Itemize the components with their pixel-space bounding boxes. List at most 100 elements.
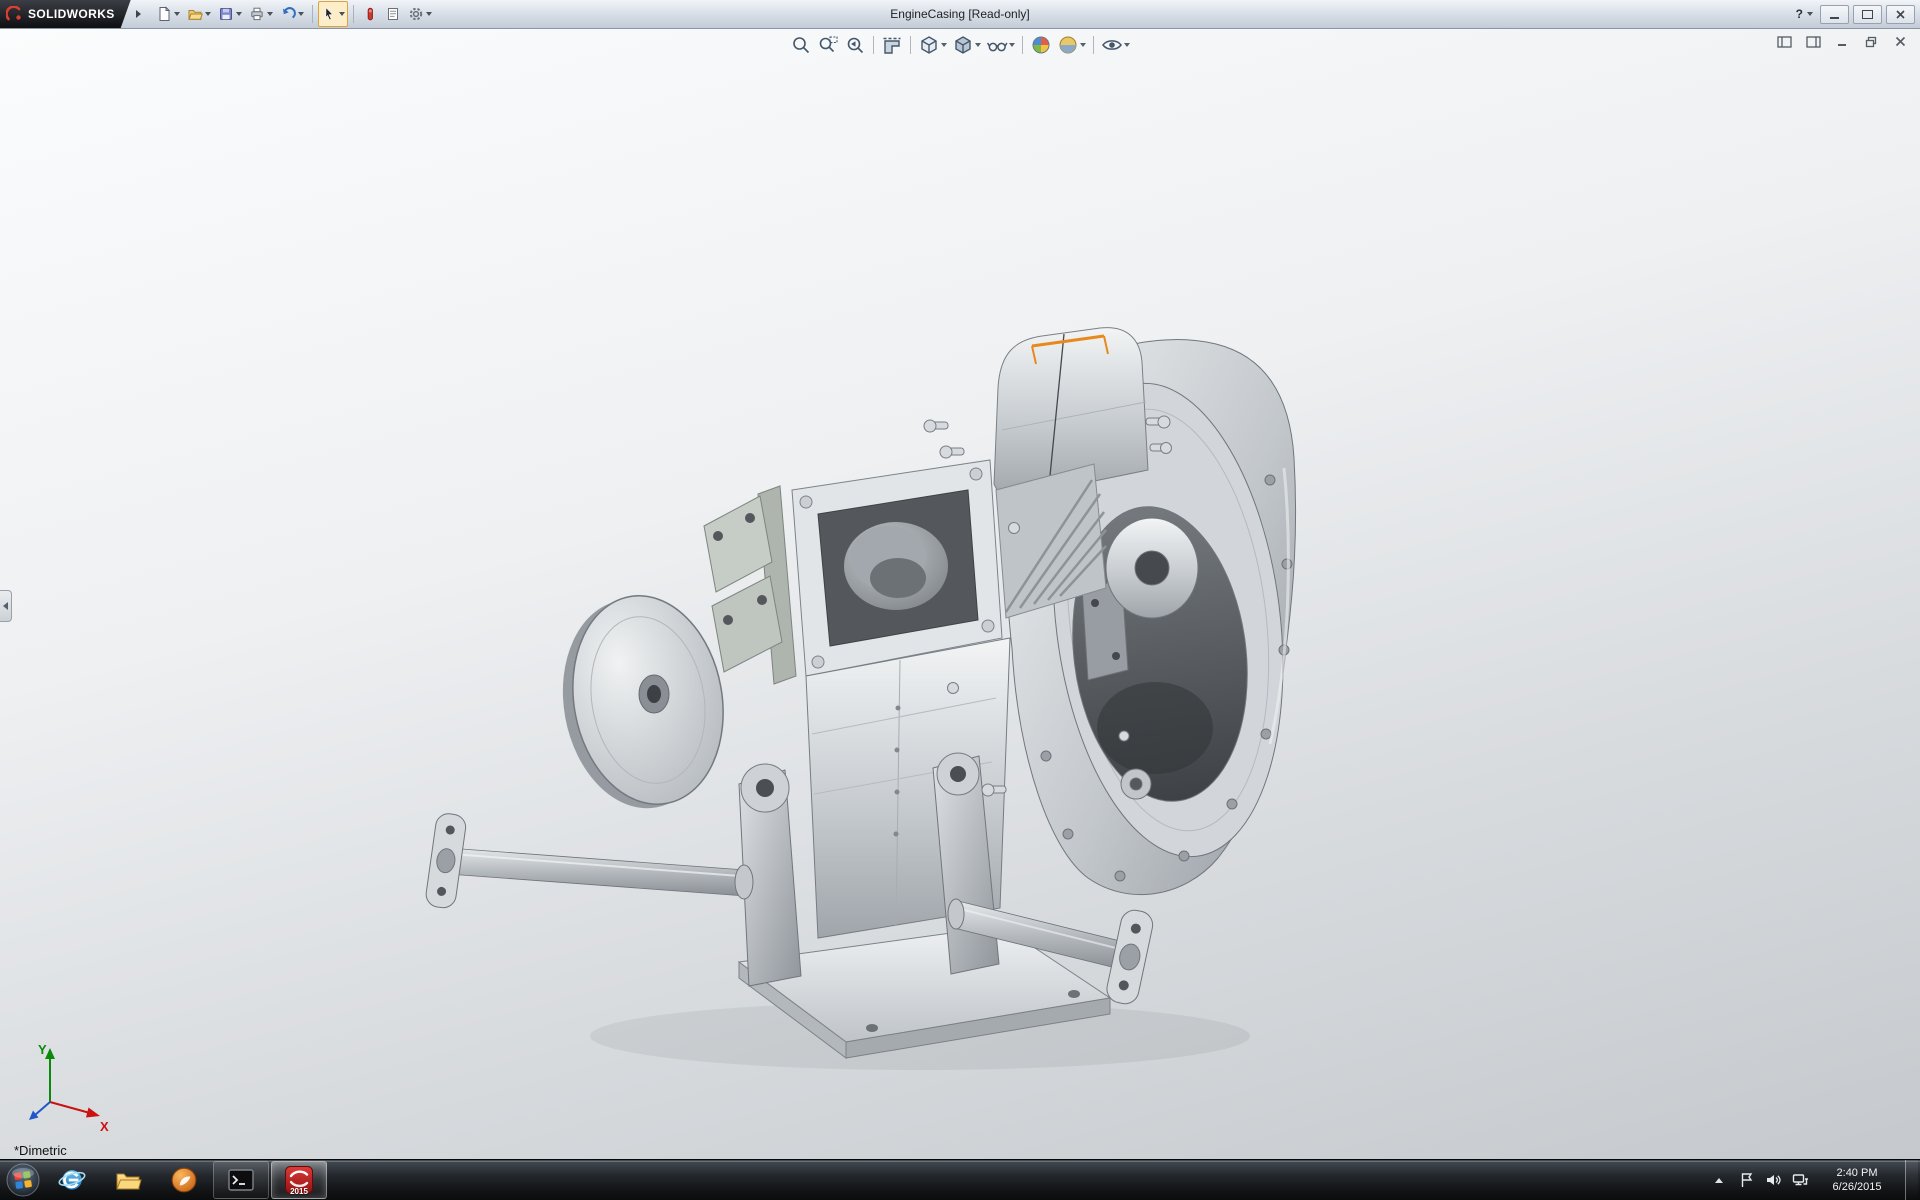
undo-button[interactable] [277,1,307,27]
section-view-button[interactable] [880,33,904,57]
chevron-down-icon[interactable] [174,12,180,16]
chevron-down-icon[interactable] [941,43,947,47]
menu-expand-button[interactable] [133,3,145,25]
close-button[interactable] [1886,5,1915,24]
chevron-down-icon[interactable] [1080,43,1086,47]
taskbar-solidworks-button[interactable]: 2015 [271,1161,327,1199]
toolbar-separator [312,5,313,23]
help-button[interactable]: ? [1793,7,1816,21]
file-properties-button[interactable] [382,1,404,27]
side-disc[interactable] [547,584,739,821]
chevron-up-icon [1715,1178,1723,1183]
edit-appearance-sphere-icon [1030,34,1052,56]
previous-view-icon [844,34,866,56]
display-pane-toggle-button[interactable] [1803,34,1823,49]
triad-y-label: Y [38,1042,47,1057]
solidworks-window: SOLIDWORKS [0,0,1920,1200]
chevron-down-icon[interactable] [205,12,211,16]
window-controls: ? [1793,5,1920,24]
zoom-to-fit-button[interactable] [789,33,813,57]
view-orientation-button[interactable] [917,33,948,57]
zoom-to-area-button[interactable] [816,33,840,57]
edit-appearance-button[interactable] [1029,33,1053,57]
volume-icon [1765,1172,1781,1188]
close-icon [1895,36,1906,47]
options-button[interactable] [405,1,435,27]
display-pane-icon [1806,36,1821,48]
apply-scene-button[interactable] [1056,33,1087,57]
show-desktop-button[interactable] [1905,1160,1918,1200]
feature-pane-toggle-button[interactable] [1774,34,1794,49]
taskbar-media-player-button[interactable] [157,1162,211,1198]
open-button[interactable] [184,1,214,27]
carb-bracket[interactable] [704,486,796,684]
toolbar-separator [910,36,911,54]
quick-access-toolbar [153,1,435,27]
section-view-icon [881,34,903,56]
chevron-down-icon[interactable] [298,12,304,16]
clock-time: 2:40 PM [1818,1166,1896,1180]
intake-face[interactable] [792,460,1002,676]
title-bar: SOLIDWORKS [0,0,1920,29]
restore-icon [1865,36,1877,48]
heads-up-view-toolbar [789,33,1131,57]
chevron-down-icon[interactable] [236,12,242,16]
show-hidden-icons-button[interactable] [1710,1168,1728,1192]
help-glyph: ? [1796,7,1803,21]
open-folder-icon [187,6,203,22]
previous-view-button[interactable] [843,33,867,57]
chevron-down-icon[interactable] [267,12,273,16]
minimize-button[interactable] [1820,5,1849,24]
display-style-button[interactable] [951,33,982,57]
media-player-icon [170,1166,198,1194]
print-button[interactable] [246,1,276,27]
graphics-area[interactable]: Y X *Dimetric [0,28,1920,1160]
view-settings-eye-icon [1101,34,1123,56]
toolbar-separator [1022,36,1023,54]
chevron-down-icon[interactable] [1124,43,1130,47]
windows-start-orb-icon [5,1162,41,1198]
chevron-down-icon[interactable] [426,12,432,16]
doc-restore-button[interactable] [1861,34,1881,49]
start-button[interactable] [2,1160,44,1200]
chevron-down-icon[interactable] [339,12,345,16]
app-name: SOLIDWORKS [28,7,115,21]
feature-pane-icon [1777,36,1792,48]
zoom-to-area-icon [817,34,839,56]
network-button[interactable] [1791,1168,1809,1192]
new-document-button[interactable] [153,1,183,27]
rebuild-button[interactable] [359,1,381,27]
toolbar-separator [873,36,874,54]
chevron-down-icon[interactable] [1807,12,1813,16]
action-center-button[interactable] [1737,1168,1755,1192]
select-cursor-icon [321,6,337,22]
minimize-icon [1837,36,1848,47]
taskbar-windows-explorer-button[interactable] [101,1162,155,1198]
toolbar-separator [353,5,354,23]
axle-rod-left[interactable] [424,812,753,909]
maximize-button[interactable] [1853,5,1882,24]
feature-manager-collapsed-tab[interactable] [0,590,12,622]
volume-button[interactable] [1764,1168,1782,1192]
view-settings-button[interactable] [1100,33,1131,57]
undo-icon [280,6,296,22]
chevron-down-icon[interactable] [1009,43,1015,47]
network-icon [1792,1172,1809,1188]
hide-show-items-glasses-icon [986,34,1008,56]
doc-close-button[interactable] [1890,34,1910,49]
chevron-down-icon[interactable] [975,43,981,47]
solidworks-year-badge: 2015 [272,1187,326,1196]
command-prompt-icon [227,1167,255,1193]
taskbar-command-prompt-button[interactable] [213,1161,269,1199]
chevron-left-icon [3,602,8,610]
select-tool-button[interactable] [318,1,348,27]
engine-casing-model[interactable] [0,28,1920,1160]
taskbar-internet-explorer-button[interactable] [45,1162,99,1198]
save-icon [218,6,234,22]
save-button[interactable] [215,1,245,27]
clock-date: 6/26/2015 [1818,1180,1896,1194]
taskbar-clock[interactable]: 2:40 PM 6/26/2015 [1818,1166,1896,1195]
apply-scene-icon [1057,34,1079,56]
hide-show-items-button[interactable] [985,33,1016,57]
doc-minimize-button[interactable] [1832,34,1852,49]
